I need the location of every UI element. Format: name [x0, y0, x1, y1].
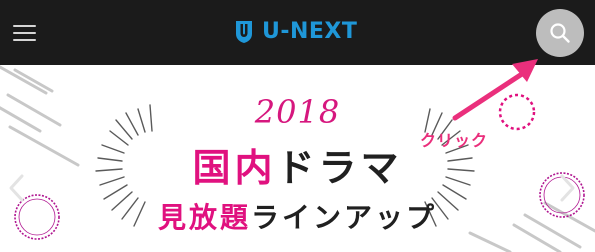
banner-title-part1: 国内	[192, 146, 277, 190]
promo-banner[interactable]: 2018 国内ドラマ 見放題ラインアップ クリック	[0, 65, 595, 252]
u-next-logo[interactable]: U-NEXT	[234, 17, 357, 47]
chevron-left-icon[interactable]	[6, 173, 28, 203]
banner-subtitle-part1: 見放題	[157, 201, 251, 234]
hamburger-menu-icon[interactable]	[13, 25, 36, 41]
search-icon	[550, 23, 570, 43]
banner-subtitle: 見放題ラインアップ	[0, 201, 595, 235]
banner-year: 2018	[254, 93, 341, 131]
header-bar: U-NEXT	[0, 0, 595, 65]
banner-subtitle-part2: ラインアップ	[251, 201, 438, 234]
click-annotation-label: クリック	[420, 131, 489, 150]
u-next-shield-icon	[236, 21, 252, 43]
logo-text: U-NEXT	[262, 19, 358, 44]
banner-title-part2: ドラマ	[276, 146, 403, 190]
chevron-right-icon[interactable]	[556, 173, 578, 203]
banner-title: 国内ドラマ	[0, 147, 595, 189]
search-button[interactable]	[536, 9, 584, 57]
